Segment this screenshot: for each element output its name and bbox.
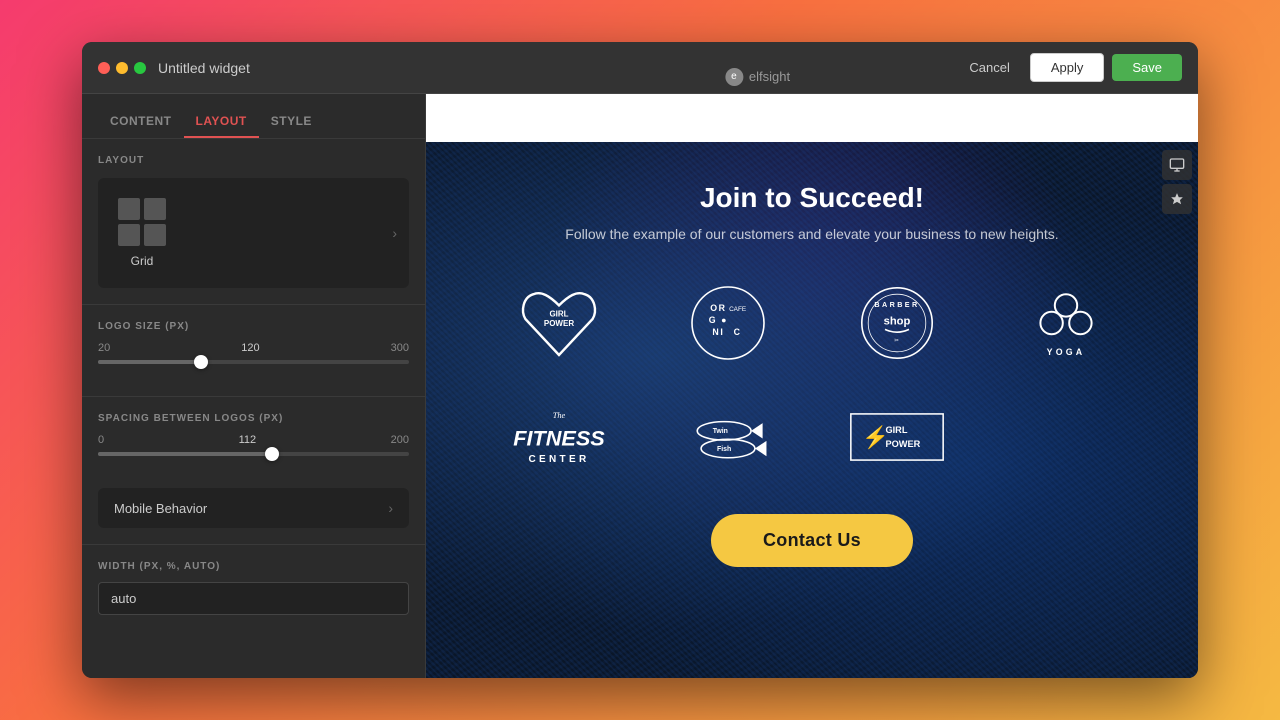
preview-header-bar [426, 94, 1198, 142]
mobile-behavior-chevron-icon: › [388, 500, 393, 516]
svg-text:shop: shop [883, 316, 910, 328]
svg-text:OR: OR [710, 303, 726, 313]
traffic-lights [98, 62, 146, 74]
svg-text:G ●: G ● [708, 315, 727, 325]
settings-view-button[interactable] [1162, 184, 1192, 214]
spacing-label: SPACING BETWEEN LOGOS (PX) [98, 413, 409, 424]
svg-text:GIRL: GIRL [549, 310, 568, 319]
spacing-thumb[interactable] [265, 447, 279, 461]
widget-name: Untitled widget [158, 60, 558, 76]
logo-size-thumb[interactable] [194, 355, 208, 369]
spacing-current: 112 [239, 434, 257, 446]
svg-text:✂: ✂ [894, 338, 900, 344]
svg-text:GIRL: GIRL [885, 425, 907, 435]
logo-item-twin-fish: Twin Fish [655, 392, 800, 482]
spacing-fill [98, 452, 272, 456]
svg-text:The: The [552, 411, 565, 420]
logo-size-fill [98, 360, 201, 364]
save-button[interactable]: Save [1112, 54, 1182, 81]
preview-subtitle: Follow the example of our customers and … [565, 226, 1058, 242]
desktop-view-button[interactable] [1162, 150, 1192, 180]
svg-text:FITNESS: FITNESS [513, 425, 605, 450]
logo-size-section: LOGO SIZE (PX) 20 120 300 [82, 304, 425, 396]
cancel-button[interactable]: Cancel [957, 54, 1021, 81]
logo-size-slider[interactable] [98, 360, 409, 364]
tab-style[interactable]: STYLE [259, 106, 324, 138]
grid-icon [118, 198, 166, 246]
logos-grid: GIRL POWER OR CAFE G ● NI C [486, 278, 1138, 482]
layout-grid-container[interactable]: Grid › [98, 178, 409, 288]
width-input[interactable] [98, 582, 409, 615]
svg-text:CAFE: CAFE [729, 306, 746, 313]
minimize-button[interactable] [116, 62, 128, 74]
layout-chevron-icon: › [392, 225, 397, 241]
preview-area: Join to Succeed! Follow the example of o… [426, 94, 1198, 678]
preview-tools [1156, 142, 1198, 222]
preview-content: Join to Succeed! Follow the example of o… [426, 142, 1198, 678]
width-label: WIDTH (PX, %, AUTO) [98, 561, 409, 572]
main-content: CONTENT LAYOUT STYLE LAYOUT Grid [82, 94, 1198, 678]
svg-text:Twin: Twin [712, 428, 727, 435]
spacing-slider[interactable] [98, 452, 409, 456]
logo-size-max: 300 [391, 342, 409, 354]
logo-item-girl-power: GIRL POWER [486, 278, 631, 368]
preview-title: Join to Succeed! [700, 182, 924, 214]
apply-button[interactable]: Apply [1030, 53, 1105, 82]
tab-layout[interactable]: LAYOUT [184, 106, 259, 138]
logo-item-organic: OR CAFE G ● NI C [655, 278, 800, 368]
svg-text:NI: NI [712, 327, 724, 337]
logo-item-yoga: YOGA [993, 278, 1138, 368]
titlebar-actions: Cancel Apply Save [957, 53, 1182, 82]
layout-grid-inner: Grid [118, 198, 166, 268]
grid-cell [118, 198, 140, 220]
svg-text:Fish: Fish [717, 446, 731, 453]
width-section: WIDTH (PX, %, AUTO) [82, 544, 425, 631]
svg-text:POWER: POWER [885, 439, 920, 449]
contact-us-button[interactable]: Contact Us [711, 514, 913, 567]
spacing-max: 200 [391, 434, 409, 446]
svg-text:POWER: POWER [543, 319, 573, 328]
logo-item-barber: BARBER shop ✂ [824, 278, 969, 368]
grid-cell [118, 224, 140, 246]
svg-text:BARBER: BARBER [874, 300, 919, 309]
spacing-min: 0 [98, 434, 104, 446]
mobile-behavior-row[interactable]: Mobile Behavior › [98, 488, 409, 528]
sidebar: CONTENT LAYOUT STYLE LAYOUT Grid [82, 94, 426, 678]
logo-item-girl-power-2: ⚡ GIRL POWER [824, 392, 969, 482]
layout-label: LAYOUT [98, 155, 409, 166]
grid-label: Grid [131, 254, 154, 268]
sidebar-tabs: CONTENT LAYOUT STYLE [82, 94, 425, 139]
maximize-button[interactable] [134, 62, 146, 74]
svg-text:C: C [733, 327, 741, 337]
logo-item-empty [993, 392, 1138, 482]
spacing-section: SPACING BETWEEN LOGOS (PX) 0 112 200 [82, 396, 425, 488]
spacing-values: 0 112 200 [98, 434, 409, 446]
elfsight-label: elfsight [749, 69, 790, 84]
elfsight-logo: e elfsight [725, 68, 790, 86]
logo-size-current: 120 [241, 342, 259, 354]
logo-size-min: 20 [98, 342, 110, 354]
grid-cell [144, 224, 166, 246]
logo-item-fitness: The FITNESS CENTER [486, 392, 631, 482]
titlebar: Untitled widget e elfsight Cancel Apply … [82, 42, 1198, 94]
mobile-behavior-label: Mobile Behavior [114, 501, 207, 516]
logo-size-values: 20 120 300 [98, 342, 409, 354]
close-button[interactable] [98, 62, 110, 74]
tab-content[interactable]: CONTENT [98, 106, 184, 138]
grid-cell [144, 198, 166, 220]
elfsight-logo-icon: e [725, 68, 743, 86]
svg-text:CENTER: CENTER [528, 454, 589, 465]
logo-size-label: LOGO SIZE (PX) [98, 321, 409, 332]
svg-text:YOGA: YOGA [1046, 347, 1085, 357]
layout-section: LAYOUT Grid › [82, 139, 425, 304]
app-window: Untitled widget e elfsight Cancel Apply … [82, 42, 1198, 678]
